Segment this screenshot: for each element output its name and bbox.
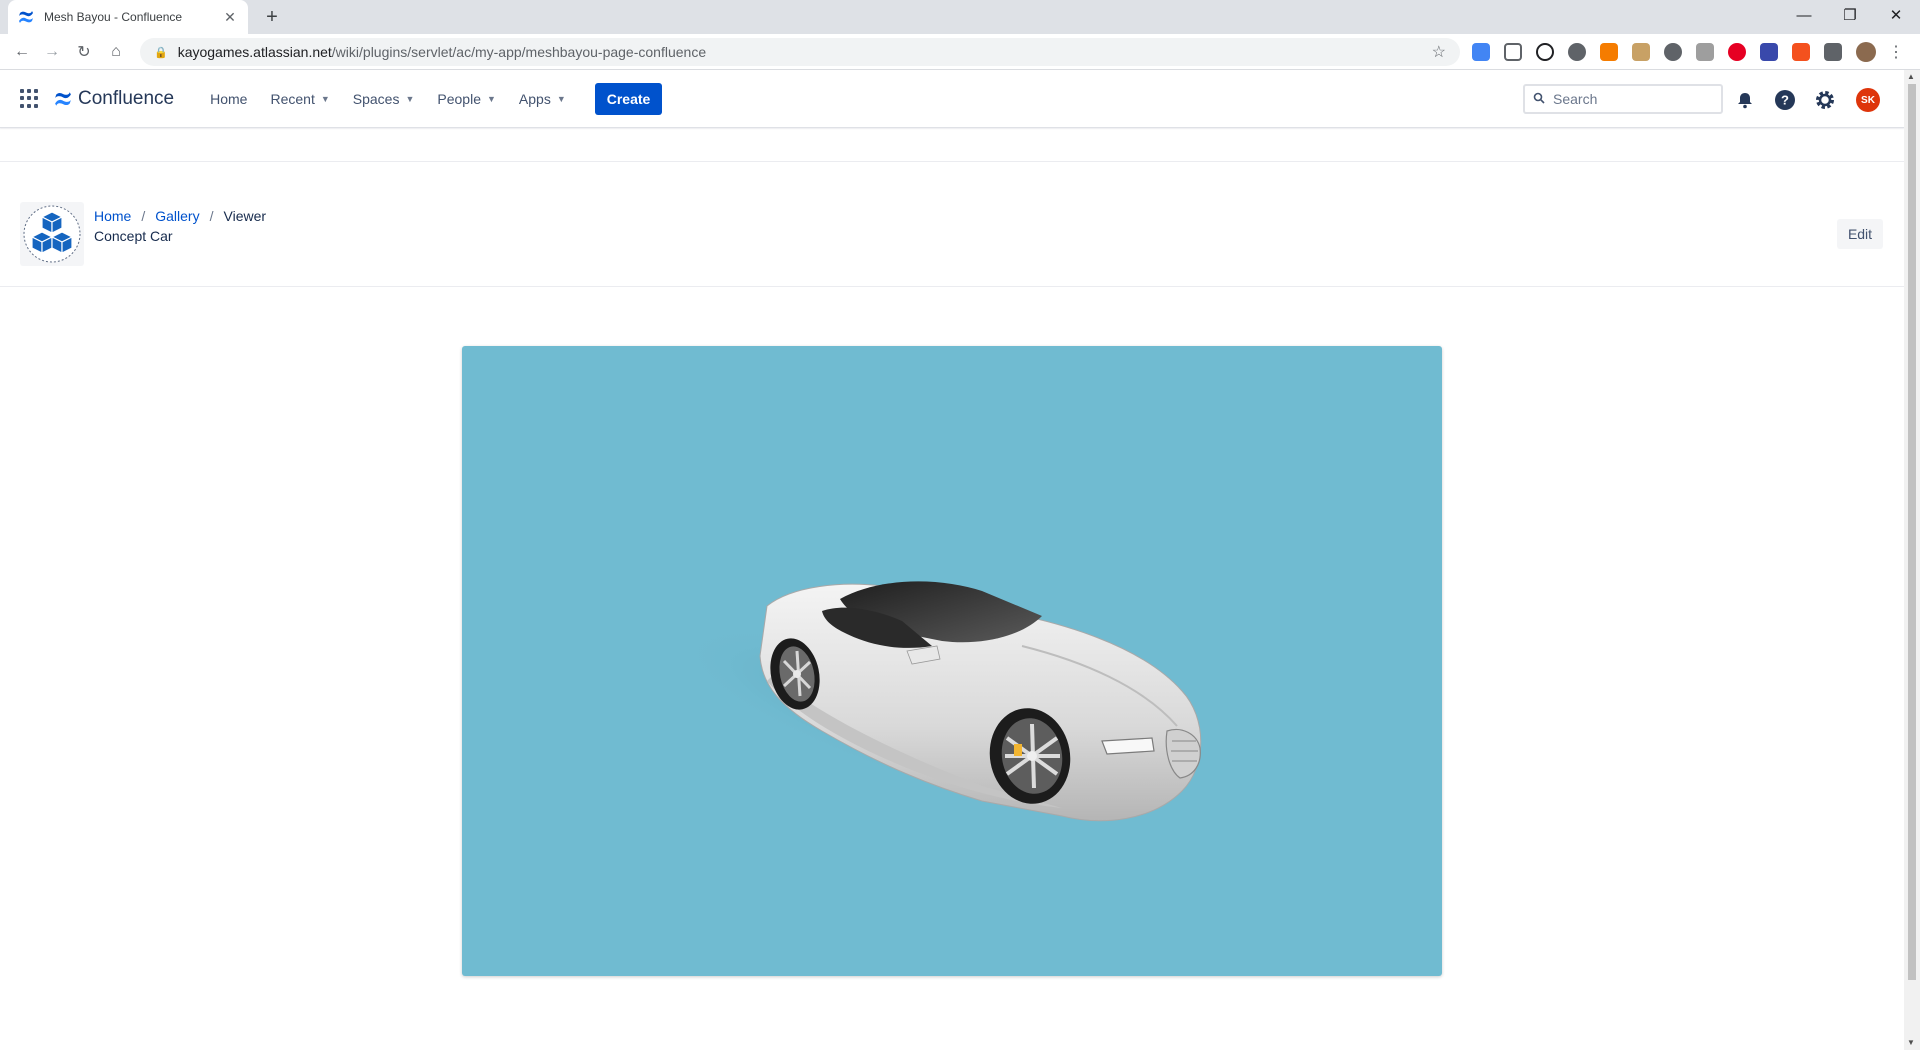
page-scrollbar[interactable]: ▲ ▼ [1904, 70, 1920, 1050]
nav-people[interactable]: People ▼ [427, 91, 506, 107]
confluence-favicon-icon [18, 9, 34, 25]
nav-recent[interactable]: Recent ▼ [260, 91, 339, 107]
help-icon[interactable]: ? [1773, 88, 1797, 112]
space-avatar[interactable] [20, 202, 84, 266]
puzzle-extensions-icon[interactable] [1824, 43, 1842, 61]
breadcrumb-home[interactable]: Home [94, 208, 131, 224]
chevron-down-icon: ▼ [405, 93, 415, 104]
edit-button[interactable]: Edit [1837, 219, 1883, 249]
browser-tabstrip: Mesh Bayou - Confluence ✕ + — ❐ ✕ [0, 0, 1920, 34]
rss-extension-icon[interactable] [1600, 43, 1618, 61]
search-icon [1533, 92, 1545, 107]
nav-people-label: People [437, 90, 481, 107]
window-close-icon[interactable]: ✕ [1874, 0, 1918, 30]
breadcrumb-current: Viewer [223, 208, 267, 224]
browser-tab[interactable]: Mesh Bayou - Confluence ✕ [8, 0, 248, 34]
url-host: kayogames.atlassian.net [177, 44, 332, 60]
chevron-down-icon: ▼ [320, 93, 330, 104]
reload-icon[interactable]: ↻ [72, 40, 96, 64]
user-avatar[interactable]: SK [1856, 88, 1880, 112]
bookmark-star-icon[interactable]: ☆ [1432, 42, 1446, 62]
cast-extension-icon[interactable] [1696, 43, 1714, 61]
header-divider [0, 161, 1904, 162]
browser-toolbar: ← → ↻ ⌂ 🔒 kayogames.atlassian.net /wiki/… [0, 34, 1920, 70]
chevron-down-icon: ▼ [486, 93, 496, 104]
circle-extension-icon[interactable] [1664, 43, 1682, 61]
scrollbar-thumb[interactable] [1908, 84, 1916, 980]
breadcrumb-separator: / [209, 208, 214, 224]
concept-car-model [674, 581, 1202, 828]
minimize-icon[interactable]: — [1782, 0, 1826, 30]
breadcrumb: Home / Gallery / Viewer [94, 208, 266, 224]
app-switcher-icon[interactable] [20, 88, 40, 109]
wallet-extension-icon[interactable] [1632, 43, 1650, 61]
tab-close-icon[interactable]: ✕ [222, 9, 238, 26]
home-icon[interactable]: ⌂ [104, 40, 128, 64]
search-placeholder: Search [1553, 91, 1598, 107]
scroll-up-icon[interactable]: ▲ [1907, 72, 1915, 81]
browser-tab-title: Mesh Bayou - Confluence [44, 10, 183, 24]
notifications-icon[interactable] [1733, 88, 1757, 112]
nav-home-label: Home [210, 90, 248, 107]
recycle-extension-icon[interactable] [1568, 43, 1586, 61]
new-tab-icon[interactable]: + [260, 5, 284, 29]
nav-recent-label: Recent [270, 90, 315, 107]
browser-menu-icon[interactable]: ⋮ [1888, 42, 1904, 62]
nav-spaces[interactable]: Spaces ▼ [343, 91, 425, 107]
model-viewer-canvas[interactable] [462, 346, 1442, 976]
page-title: Concept Car [94, 228, 173, 244]
search-input[interactable]: Search [1523, 84, 1723, 114]
scroll-down-icon[interactable]: ▼ [1907, 1038, 1915, 1047]
breadcrumb-separator: / [141, 208, 146, 224]
confluence-logo[interactable]: Confluence [54, 88, 174, 110]
address-bar[interactable]: 🔒 kayogames.atlassian.net /wiki/plugins/… [140, 38, 1460, 66]
sync-extension-icon[interactable] [1536, 43, 1554, 61]
lock-icon: 🔒 [154, 46, 168, 59]
nav-home[interactable]: Home [200, 91, 257, 107]
product-name: Confluence [78, 87, 175, 109]
stack-extension-icon[interactable] [1760, 43, 1778, 61]
browser-profile-avatar[interactable] [1856, 42, 1876, 62]
create-button[interactable]: Create [594, 82, 663, 115]
pocket-extension-icon[interactable] [1504, 43, 1522, 61]
cubes-icon [23, 205, 81, 263]
nav-apps-label: Apps [518, 90, 551, 107]
forward-icon[interactable]: → [40, 40, 64, 64]
confluence-logo-icon [55, 91, 71, 106]
nav-spaces-label: Spaces [352, 90, 400, 107]
back-icon[interactable]: ← [10, 40, 34, 64]
translate-extension-icon[interactable] [1472, 43, 1490, 61]
breadcrumb-gallery[interactable]: Gallery [155, 208, 199, 224]
url-path: /wiki/plugins/servlet/ac/my-app/meshbayo… [331, 44, 707, 60]
svg-text:?: ? [1781, 93, 1789, 108]
primary-nav: Home Recent ▼ Spaces ▼ People ▼ Apps ▼ Creat… [200, 82, 663, 115]
page-divider [0, 286, 1904, 287]
pinterest-extension-icon[interactable] [1728, 43, 1746, 61]
nav-apps[interactable]: Apps ▼ [509, 91, 576, 107]
confluence-header: Confluence Home Recent ▼ Spaces ▼ People ▼ … [0, 70, 1904, 128]
tag-extension-icon[interactable] [1792, 43, 1810, 61]
chevron-down-icon: ▼ [556, 93, 566, 104]
settings-gear-icon[interactable] [1813, 88, 1837, 112]
restore-icon[interactable]: ❐ [1828, 0, 1872, 30]
